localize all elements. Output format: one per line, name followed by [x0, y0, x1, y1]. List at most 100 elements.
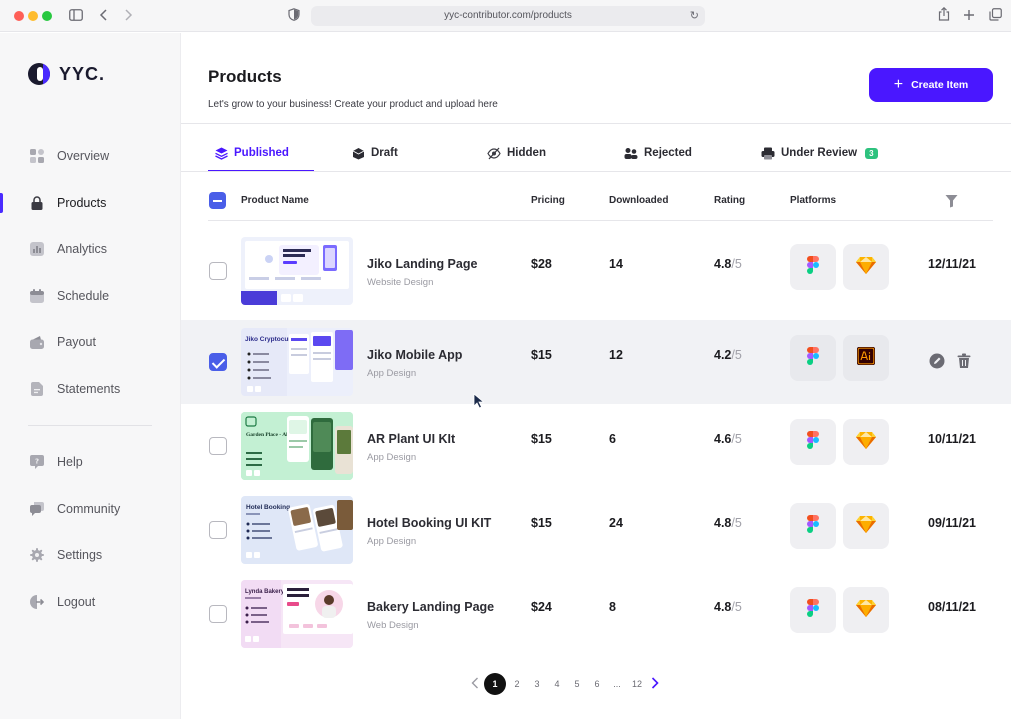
row-checkbox[interactable]: [209, 605, 227, 623]
row-checkbox[interactable]: [209, 437, 227, 455]
tab-overview-icon[interactable]: [986, 7, 1004, 25]
brand-logo[interactable]: YYC.: [28, 63, 105, 85]
product-thumbnail[interactable]: Garden Place - All Plant: [241, 412, 353, 480]
table-row[interactable]: Jiko Landing Page Website Design $28 14 …: [181, 229, 1011, 313]
new-tab-icon[interactable]: [960, 7, 978, 25]
product-thumbnail[interactable]: [241, 237, 353, 305]
edit-icon[interactable]: [929, 353, 945, 374]
table-header-divider: [208, 220, 993, 221]
shield-icon[interactable]: [285, 7, 303, 25]
page-button[interactable]: 6: [587, 679, 607, 689]
product-name[interactable]: AR Plant UI KIt: [367, 432, 455, 446]
svg-text:?: ?: [35, 458, 39, 466]
sidebar-item-analytics[interactable]: Analytics: [0, 232, 180, 266]
rating-max: /5: [731, 516, 742, 530]
mouse-cursor-icon: [473, 393, 485, 414]
reload-icon[interactable]: ↻: [690, 6, 699, 26]
product-thumbnail[interactable]: Jiko Cryptocurrency: [241, 328, 353, 396]
sidebar-item-logout[interactable]: Logout: [0, 585, 180, 619]
sidebar-item-label: Products: [57, 196, 107, 210]
create-item-button[interactable]: + Create Item: [869, 68, 993, 102]
platform-figma[interactable]: [790, 244, 836, 290]
platform-figma[interactable]: [790, 335, 836, 381]
row-checkbox[interactable]: [209, 353, 227, 371]
tab-hidden[interactable]: Hidden: [487, 135, 546, 171]
sidebar-item-label: Logout: [57, 595, 96, 609]
product-thumbnail[interactable]: Hotel Booking: [241, 496, 353, 564]
table-row[interactable]: Lynda Bakery Bakery Landing Page Web Des…: [181, 572, 1011, 656]
page-button[interactable]: 3: [527, 679, 547, 689]
sketch-icon: [856, 515, 876, 538]
sidebar-item-products[interactable]: Products: [0, 186, 180, 220]
rating-value: 4.2: [714, 348, 732, 362]
figma-icon: [807, 255, 819, 279]
sidebar-item-community[interactable]: Community: [0, 492, 180, 526]
product-thumbnail[interactable]: Lynda Bakery: [241, 580, 353, 648]
platform-sketch[interactable]: [843, 419, 889, 465]
product-date: 08/11/21: [928, 600, 976, 614]
sidebar-toggle-icon[interactable]: [67, 7, 85, 25]
page-button[interactable]: 1: [484, 673, 506, 695]
product-name[interactable]: Hotel Booking UI KIT: [367, 516, 491, 530]
platform-sketch[interactable]: [843, 503, 889, 549]
product-name[interactable]: Bakery Landing Page: [367, 600, 494, 614]
row-checkbox[interactable]: [209, 262, 227, 280]
page-button[interactable]: 4: [547, 679, 567, 689]
printer-icon: [761, 146, 775, 160]
close-window-button[interactable]: [14, 11, 24, 21]
sidebar-item-payout[interactable]: Payout: [0, 325, 180, 359]
column-header-pricing[interactable]: Pricing: [531, 195, 565, 206]
row-checkbox[interactable]: [209, 521, 227, 539]
rating-max: /5: [731, 348, 742, 362]
product-price: $28: [531, 257, 552, 271]
platform-figma[interactable]: [790, 419, 836, 465]
help-icon: ?: [30, 455, 44, 469]
maximize-window-button[interactable]: [42, 11, 52, 21]
sidebar-item-label: Overview: [57, 149, 110, 163]
sidebar-item-statements[interactable]: Statements: [0, 372, 180, 406]
pagination-prev-icon[interactable]: [467, 676, 483, 692]
table-row[interactable]: Garden Place - All Plant AR Plant UI KIt…: [181, 404, 1011, 488]
sidebar-item-help[interactable]: ? Help: [0, 445, 180, 479]
logo-mark-icon: [28, 63, 50, 85]
table-row[interactable]: Jiko Cryptocurrency Jiko Mobile App App …: [181, 320, 1011, 404]
platform-sketch[interactable]: [843, 244, 889, 290]
platform-sketch[interactable]: [843, 587, 889, 633]
tab-under-review[interactable]: Under Review 3: [761, 135, 878, 171]
column-header-downloaded[interactable]: Downloaded: [609, 195, 668, 206]
minimize-window-button[interactable]: [28, 11, 38, 21]
column-header-platforms[interactable]: Platforms: [790, 195, 836, 206]
platform-figma[interactable]: [790, 503, 836, 549]
sidebar-item-settings[interactable]: Settings: [0, 538, 180, 572]
page-button[interactable]: 5: [567, 679, 587, 689]
sidebar-item-overview[interactable]: Overview: [0, 139, 180, 173]
sketch-icon: [856, 599, 876, 622]
filter-icon[interactable]: [945, 194, 958, 213]
address-bar[interactable]: yyc-contributor.com/products ↻: [311, 6, 705, 26]
tab-rejected[interactable]: Rejected: [624, 135, 692, 171]
sidebar-item-label: Analytics: [57, 242, 108, 256]
pagination-next-icon[interactable]: [647, 676, 663, 692]
product-name[interactable]: Jiko Landing Page: [367, 257, 477, 271]
select-all-checkbox[interactable]: [209, 192, 226, 209]
platform-illustrator[interactable]: [843, 335, 889, 381]
table-row[interactable]: Hotel Booking Hotel Booking UI KIT App D…: [181, 488, 1011, 572]
tab-published[interactable]: Published: [214, 135, 289, 171]
tab-draft[interactable]: Draft: [351, 135, 398, 171]
page-button[interactable]: 2: [507, 679, 527, 689]
page-ellipsis: ...: [613, 679, 621, 689]
trash-icon[interactable]: [957, 353, 971, 374]
layers-icon: [214, 146, 228, 160]
platform-figma[interactable]: [790, 587, 836, 633]
page-title: Products: [208, 67, 282, 86]
back-icon[interactable]: [95, 7, 113, 25]
product-name[interactable]: Jiko Mobile App: [367, 348, 462, 362]
brand-name: YYC.: [59, 63, 106, 84]
sidebar-item-label: Community: [57, 502, 121, 516]
page-button[interactable]: 12: [627, 679, 647, 689]
forward-icon[interactable]: [119, 7, 137, 25]
column-header-product-name[interactable]: Product Name: [241, 195, 309, 206]
share-icon[interactable]: [935, 6, 953, 25]
column-header-rating[interactable]: Rating: [714, 195, 745, 206]
sidebar-item-schedule[interactable]: Schedule: [0, 279, 180, 313]
